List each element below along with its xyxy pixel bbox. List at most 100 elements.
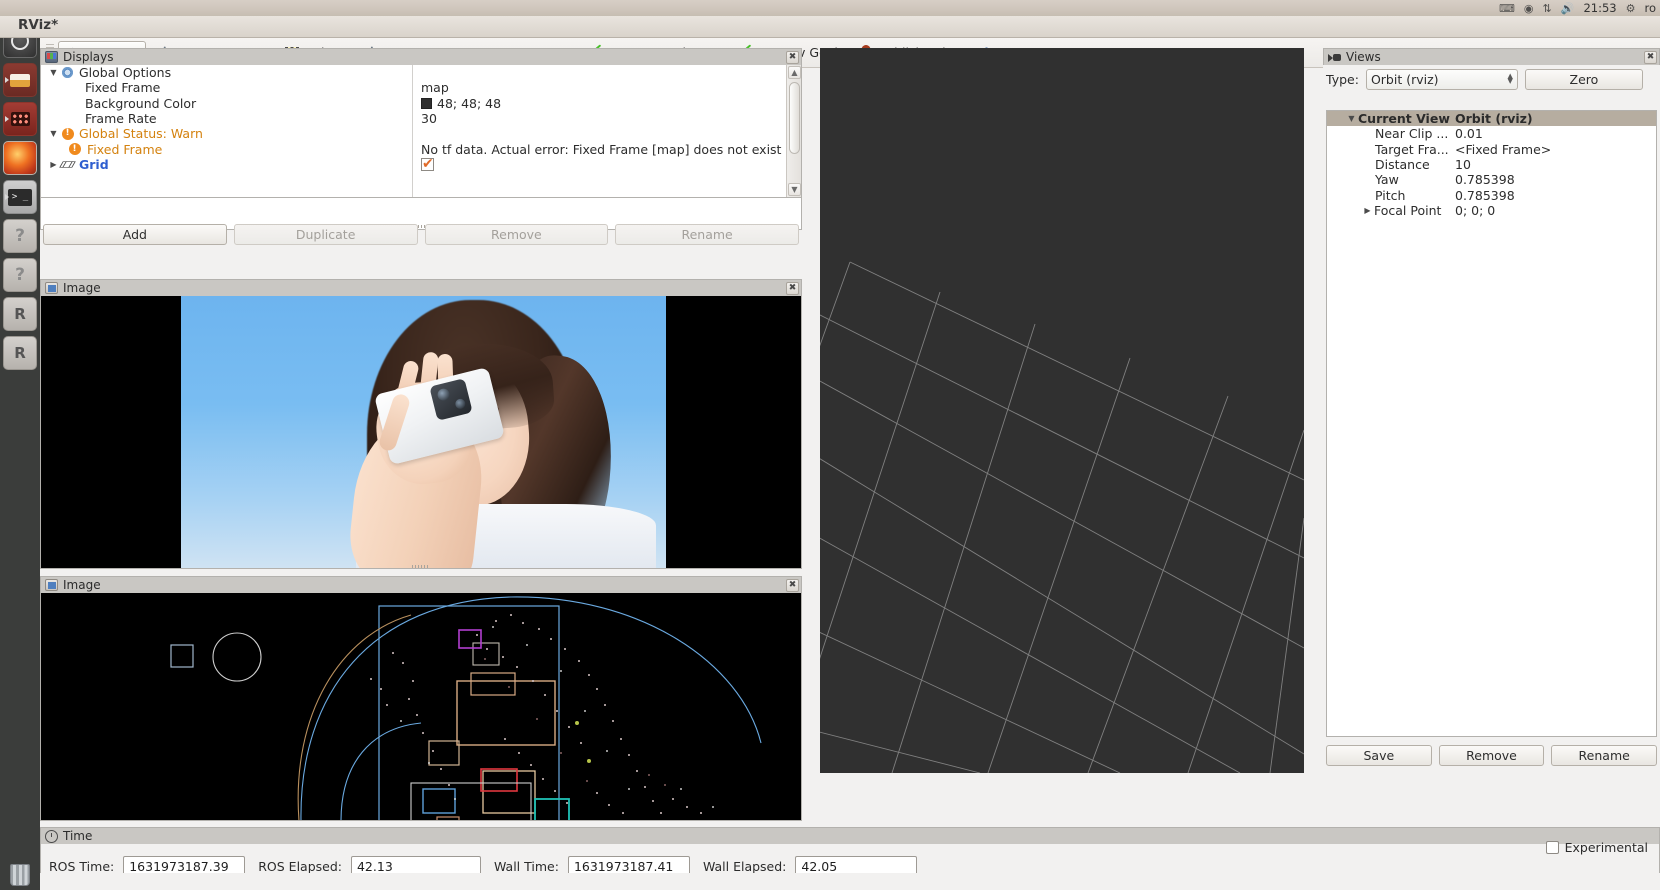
tree-value[interactable]: map (413, 80, 801, 95)
remove-button[interactable]: Remove (424, 223, 609, 245)
trash-icon[interactable] (3, 852, 37, 886)
warning-icon: ! (60, 127, 75, 140)
tree-label: Frame Rate (85, 111, 157, 127)
displays-tree-values: map 48; 48; 48 30 No tf data. Actual err… (413, 65, 801, 197)
clock[interactable]: 21:53 (1583, 1, 1616, 15)
expander-icon[interactable]: ▶ (1361, 206, 1374, 215)
session-label[interactable]: ro (1644, 1, 1656, 15)
image-panel-1-header: Image ✖ (40, 279, 802, 296)
views-panel-header: Views ✖ (1323, 48, 1660, 65)
scrollbar-thumb[interactable] (789, 82, 800, 154)
wall-time-label: Wall Time: (493, 859, 559, 874)
views-panel: Views ✖ Type: Orbit (rviz) ▲ ▼ Zero ▼ Cur… (1323, 48, 1660, 773)
tree-row[interactable]: ▼ ! Global Status: Warn (41, 126, 412, 141)
views-value[interactable]: 0.01 (1455, 126, 1656, 141)
close-icon[interactable]: ✖ (1644, 50, 1657, 64)
launcher-item-rviz-1[interactable]: R (3, 297, 37, 331)
views-key: Focal Point (1374, 202, 1442, 218)
status-bar (40, 873, 1660, 890)
expander-icon[interactable]: ▼ (1345, 114, 1358, 123)
tree-label: Global Options (79, 65, 172, 81)
tree-row[interactable]: Frame Rate (41, 111, 412, 126)
views-value: Orbit (rviz) (1455, 111, 1656, 127)
tree-value-color[interactable]: 48; 48; 48 (413, 96, 801, 111)
scroll-down-icon[interactable]: ▼ (788, 183, 801, 196)
displays-title: Displays (63, 50, 114, 64)
views-icon (1328, 51, 1341, 63)
tree-row[interactable]: ▼ Global Options (41, 65, 412, 80)
launcher-item-unknown-2[interactable]: ? (3, 258, 37, 292)
gear-icon (60, 67, 75, 79)
launcher-item-terminal[interactable] (3, 180, 37, 214)
image-icon (45, 282, 58, 294)
volume-icon[interactable]: 🔊 (1561, 3, 1575, 14)
views-type-label: Type: (1326, 71, 1359, 87)
views-value[interactable]: <Fixed Frame> (1455, 142, 1656, 157)
ubuntu-one-icon[interactable]: ◉ (1524, 3, 1534, 14)
save-button[interactable]: Save (1326, 745, 1432, 766)
launcher-item-files[interactable] (3, 63, 37, 97)
window-titlebar (0, 16, 1660, 38)
tree-row[interactable]: Background Color (41, 96, 412, 111)
launcher-item-firefox[interactable] (3, 141, 37, 175)
views-tree-row[interactable]: Yaw 0.785398 (1327, 172, 1656, 187)
displays-scrollbar[interactable]: ▲ ▼ (786, 65, 801, 197)
ros-elapsed-label: ROS Elapsed: (258, 859, 342, 874)
tree-row[interactable]: ▶ Grid (41, 157, 412, 172)
close-icon[interactable]: ✖ (786, 281, 799, 295)
views-tree[interactable]: ▼ Current View Orbit (rviz) Near Clip ..… (1326, 110, 1657, 737)
expander-icon[interactable]: ▼ (47, 129, 60, 138)
views-tree-row[interactable]: ▼ Current View Orbit (rviz) (1327, 111, 1656, 127)
desktop-top-panel: ⌨ ◉ ⇅ 🔊 21:53 ⚙ ro (0, 0, 1660, 16)
launcher-item-calculator[interactable] (3, 102, 37, 136)
tree-row[interactable]: Fixed Frame (41, 80, 412, 95)
close-icon[interactable]: ✖ (786, 50, 799, 64)
rename-button[interactable]: Rename (1551, 745, 1658, 766)
experimental-checkbox[interactable] (1545, 841, 1559, 854)
enabled-checkbox[interactable] (421, 156, 434, 172)
image-panel-1-canvas[interactable] (40, 296, 802, 569)
launcher-pip-icon (5, 77, 9, 83)
views-tree-row[interactable]: Distance 10 (1327, 157, 1656, 172)
gear-icon[interactable]: ⚙ (1626, 3, 1636, 14)
views-key: Pitch (1375, 187, 1406, 203)
time-panel-header: Time (40, 827, 1660, 844)
tree-value: No tf data. Actual error: Fixed Frame [m… (421, 141, 782, 157)
views-value[interactable]: 0; 0; 0 (1455, 203, 1656, 218)
scroll-up-icon[interactable]: ▲ (788, 66, 801, 79)
views-value[interactable]: 0.785398 (1455, 172, 1656, 187)
displays-tree[interactable]: ▼ Global Options Fixed Frame Background … (40, 65, 802, 198)
tree-row[interactable]: ! Fixed Frame (41, 141, 412, 157)
image-panel-2-title: Image (63, 578, 101, 592)
views-tree-row[interactable]: ▶ Focal Point 0; 0; 0 (1327, 203, 1656, 218)
views-tree-row[interactable]: Near Clip ... 0.01 (1327, 126, 1656, 141)
chevron-updown-icon[interactable]: ▲ ▼ (1508, 73, 1513, 85)
close-icon[interactable]: ✖ (786, 578, 799, 592)
image-icon (45, 579, 58, 591)
tree-value-checkbox[interactable] (413, 156, 801, 172)
launcher-item-rviz-2[interactable]: R (3, 336, 37, 370)
add-button[interactable]: Add (43, 223, 227, 245)
views-value[interactable]: 10 (1455, 157, 1656, 172)
views-key: Yaw (1375, 172, 1399, 188)
views-value[interactable]: 0.785398 (1455, 188, 1656, 203)
remove-button[interactable]: Remove (1438, 745, 1545, 766)
views-tree-row[interactable]: Pitch 0.785398 (1327, 187, 1656, 203)
views-tree-row[interactable]: Target Fra... <Fixed Frame> (1327, 142, 1656, 157)
duplicate-button[interactable]: Duplicate (233, 223, 418, 245)
image-panel-1-splitter[interactable] (40, 563, 802, 569)
network-icon[interactable]: ⇅ (1543, 3, 1552, 14)
rename-button[interactable]: Rename (615, 223, 799, 245)
system-tray: ⌨ ◉ ⇅ 🔊 21:53 ⚙ ro (1499, 0, 1656, 16)
experimental-label: Experimental (1564, 840, 1648, 855)
expander-icon[interactable]: ▼ (47, 68, 60, 77)
views-key: Near Clip ... (1375, 126, 1449, 142)
3d-render-view[interactable]: ◀ ▶ (820, 48, 1304, 773)
image-panel-2-canvas[interactable] (40, 593, 802, 821)
views-key: Distance (1375, 157, 1430, 173)
launcher-item-unknown-1[interactable]: ? (3, 219, 37, 253)
zero-button[interactable]: Zero (1524, 68, 1643, 90)
keyboard-icon[interactable]: ⌨ (1499, 3, 1515, 14)
tree-value[interactable]: 30 (413, 111, 801, 126)
view-type-select[interactable]: Orbit (rviz) ▲ ▼ (1365, 68, 1518, 90)
